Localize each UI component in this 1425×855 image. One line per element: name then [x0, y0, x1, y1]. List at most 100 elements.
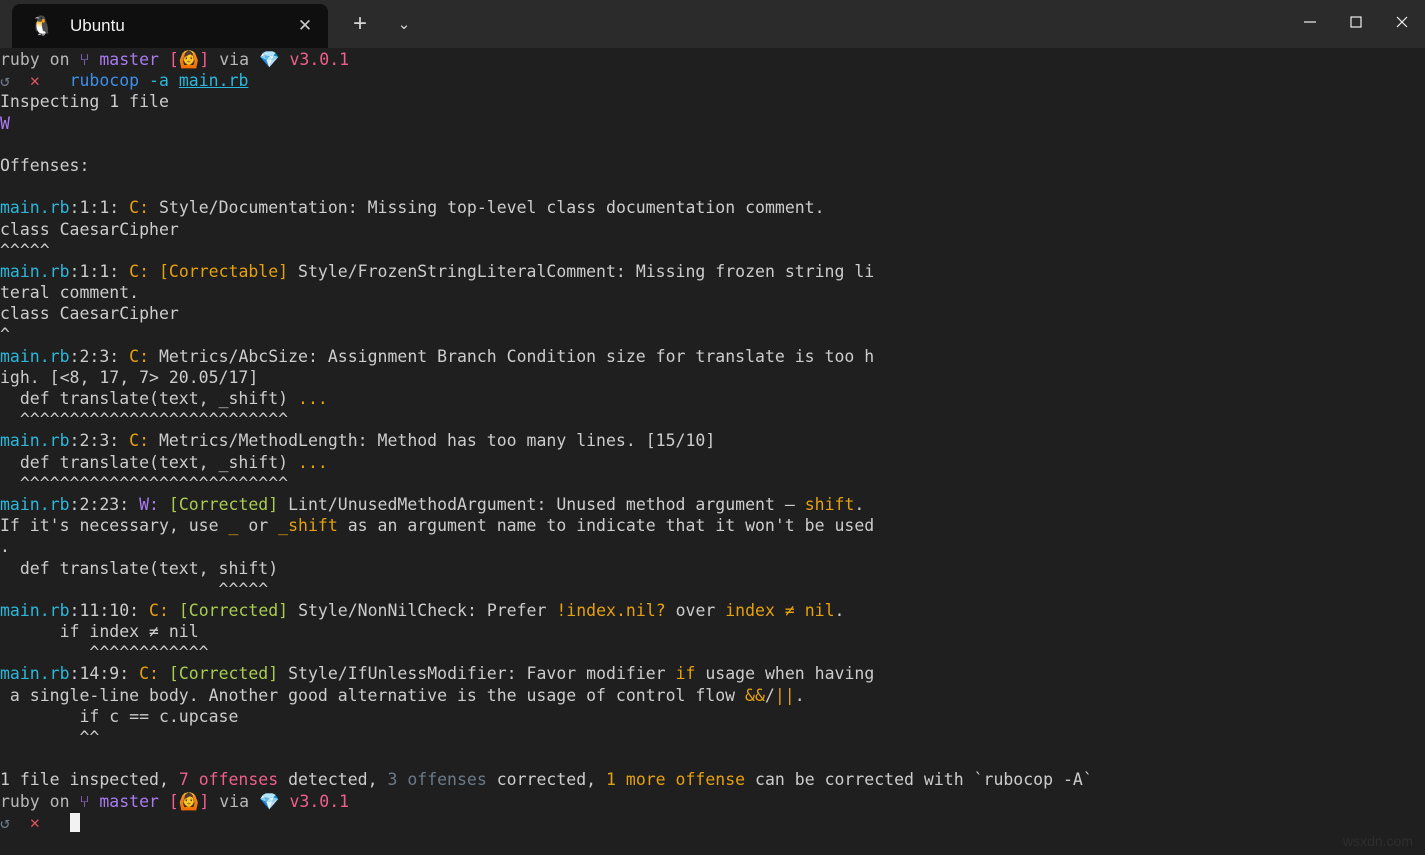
offense-message: Missing top-level class documentation co…	[368, 198, 825, 217]
offense-severity: C:	[149, 601, 179, 620]
tab-ubuntu[interactable]: 🐧 Ubuntu ✕	[12, 4, 328, 48]
offense-location: :14:9:	[70, 664, 140, 683]
offense-location: :2:3:	[70, 347, 130, 366]
prompt-ruby-version: v3.0.1	[289, 792, 349, 811]
prompt-fail-icon: ✕	[30, 813, 70, 832]
offense-message: Favor modifier	[527, 664, 676, 683]
offense-header-line-cont: .	[0, 536, 1425, 557]
offense-carets: ^^^^^	[0, 580, 268, 599]
offense-file: main.rb	[0, 601, 70, 620]
offense-carets: ^^^^^	[0, 241, 50, 260]
command-flag: -a	[149, 71, 179, 90]
progress-line: W	[0, 113, 1425, 134]
offense-code: def translate(text, shift)	[0, 559, 278, 578]
summary-more-label: can be corrected with `rubocop -A`	[745, 770, 1093, 789]
prompt-via-label: via	[219, 792, 259, 811]
text-cursor[interactable]	[70, 813, 80, 832]
offense-cop: Lint/UnusedMethodArgument:	[288, 495, 556, 514]
offense-header-line-cont: teral comment.	[0, 282, 1425, 303]
offense-message: .	[0, 537, 10, 556]
offense-carets: ^^^^^^^^^^^^	[0, 643, 209, 662]
offense-tag: [Corrected]	[169, 664, 288, 683]
offense-caret-line: ^^^^^^^^^^^^^^^^^^^^^^^^^^^	[0, 409, 1425, 430]
prompt-branch: master	[99, 50, 169, 69]
summary-files: 1 file inspected	[0, 770, 159, 789]
offense-message: index ≠ nil	[725, 601, 834, 620]
offense-cop: Style/FrozenStringLiteralComment:	[298, 262, 636, 281]
offense-location: :2:23:	[70, 495, 140, 514]
minimize-button[interactable]	[1287, 0, 1333, 44]
summary-detected-label: detected	[278, 770, 367, 789]
command-line: ↺ ✕ rubocop -a main.rb	[0, 70, 1425, 91]
offense-severity: C:	[129, 262, 159, 281]
offense-location: :1:1:	[70, 198, 130, 217]
prompt-bracket-open: [	[169, 792, 179, 811]
offense-code-line: class CaesarCipher	[0, 219, 1425, 240]
offense-code: def translate(text, _shift)	[0, 389, 298, 408]
summary-line: 1 file inspected, 7 offenses detected, 3…	[0, 769, 1425, 790]
offense-location: :1:1:	[70, 262, 130, 281]
offense-message: Assignment Branch Condition size for tra…	[328, 347, 874, 366]
offense-message: _shift	[278, 516, 338, 535]
offense-carets: ^^^^^^^^^^^^^^^^^^^^^^^^^^^	[0, 474, 288, 493]
offense-message: &&	[745, 686, 765, 705]
summary-sep: ,	[159, 770, 179, 789]
offense-message: !index.nil?	[556, 601, 665, 620]
summary-sep: ,	[368, 770, 388, 789]
blank-line	[0, 134, 1425, 155]
offense-file: main.rb	[0, 664, 70, 683]
tab-strip: 🐧 Ubuntu ✕ + ⌄	[0, 0, 1425, 48]
maximize-button[interactable]	[1333, 0, 1379, 44]
offense-code-line: if index ≠ nil	[0, 621, 1425, 642]
offense-header-line-cont: igh. [<8, 17, 7> 20.05/17]	[0, 367, 1425, 388]
offense-header-line-cont: a single-line body. Another good alterna…	[0, 685, 1425, 706]
watermark: wsxdn.com	[1343, 833, 1413, 849]
offense-code-line: def translate(text, _shift) ...	[0, 452, 1425, 473]
offense-code-ellipsis: ...	[298, 453, 328, 472]
offense-location: :11:10:	[70, 601, 149, 620]
offense-code: if c == c.upcase	[0, 707, 238, 726]
window-controls	[1287, 0, 1425, 48]
offense-message: over	[666, 601, 726, 620]
prompt-bracket-open: [	[169, 50, 179, 69]
chevron-down-icon[interactable]: ⌄	[382, 2, 426, 46]
offense-message: a single-line body. Another good alterna…	[0, 686, 745, 705]
offense-header-line-cont: If it's necessary, use _ or _shift as an…	[0, 515, 1425, 536]
offense-caret-line: ^^	[0, 727, 1425, 748]
offense-file: main.rb	[0, 347, 70, 366]
close-button[interactable]	[1379, 0, 1425, 44]
prompt-bracket-close: ]	[199, 50, 219, 69]
offense-code-ellipsis: ...	[298, 389, 328, 408]
terminal-screen[interactable]: ruby on ⑂ master [🙆] via 💎 v3.0.1↺ ✕ rub…	[0, 48, 1425, 833]
offense-carets: ^^	[0, 728, 99, 747]
gem-icon: 💎	[259, 50, 289, 69]
offense-caret-line: ^	[0, 324, 1425, 345]
offense-message: shift	[805, 495, 855, 514]
summary-more-count: 1 more offense	[606, 770, 745, 789]
offense-caret-line: ^^^^^	[0, 579, 1425, 600]
tab-close-icon[interactable]: ✕	[288, 9, 322, 43]
prompt-line: ruby on ⑂ master [🙆] via 💎 v3.0.1	[0, 49, 1425, 70]
progress-marker: W	[0, 114, 10, 133]
offenses-header: Offenses:	[0, 156, 89, 175]
inspecting-text: Inspecting 1 file	[0, 92, 169, 111]
offense-caret-line: ^^^^^	[0, 240, 1425, 261]
git-status-icon: 🙆	[179, 792, 200, 811]
prompt-fail-icon: ✕	[30, 71, 70, 90]
prompt-language: ruby	[0, 792, 50, 811]
offense-message: if	[676, 664, 696, 683]
terminal-body[interactable]: ruby on ⑂ master [🙆] via 💎 v3.0.1↺ ✕ rub…	[0, 48, 1425, 855]
tab-title: Ubuntu	[70, 16, 288, 36]
prompt-on-label: on	[50, 50, 80, 69]
offense-code-line: def translate(text, _shift) ...	[0, 388, 1425, 409]
offense-severity: W:	[139, 495, 169, 514]
offense-message: Prefer	[487, 601, 557, 620]
new-tab-button[interactable]: +	[338, 2, 382, 46]
offense-message: teral comment.	[0, 283, 139, 302]
prompt-line: ruby on ⑂ master [🙆] via 💎 v3.0.1	[0, 791, 1425, 812]
summary-sep: ,	[586, 770, 606, 789]
offense-file: main.rb	[0, 431, 70, 450]
offense-file: main.rb	[0, 198, 70, 217]
offense-code: class CaesarCipher	[0, 304, 179, 323]
prompt-via-label: via	[219, 50, 259, 69]
